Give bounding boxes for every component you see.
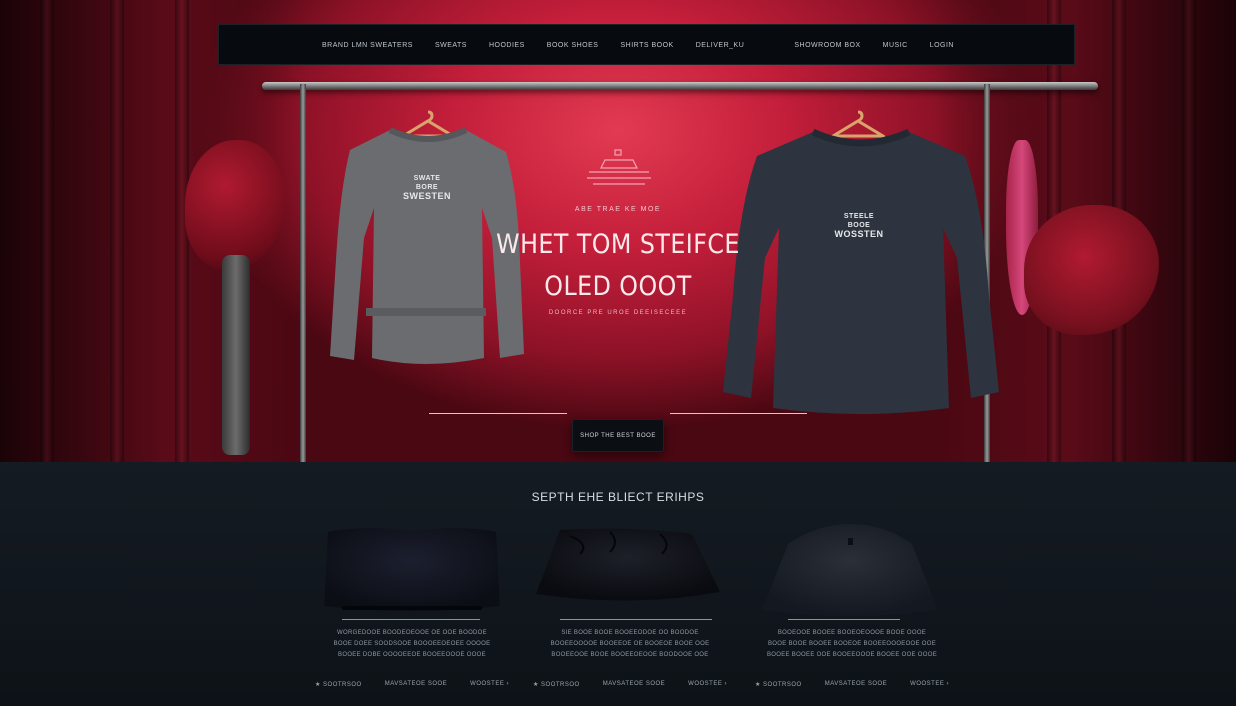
product-more-link[interactable]: WOOSTEE ›	[688, 681, 727, 688]
product-description: WORGEDOOE BOODEOEOOE OE OOE BOODOE BOOE …	[333, 630, 491, 658]
product-description: SIE BOOE BOOE BOOEEODOE OO BOODOE BOOEEO…	[550, 630, 710, 658]
nav-link-shoes[interactable]: BOOK SHOES	[547, 42, 599, 49]
top-navigation-bar: BRAND LMN SWEATERS SWEATS HOODIES BOOK S…	[218, 24, 1075, 65]
nav-link-shirts[interactable]: SHIRTS BOOK	[620, 42, 673, 49]
shop-cta-button[interactable]: SHOP THE BEST BOOE	[572, 419, 664, 452]
rail-post	[300, 84, 306, 462]
product-card[interactable]: WORGEDOOE BOODEOEOOE OE OOE BOODOE BOOE …	[312, 522, 512, 702]
product-image-grey-tee[interactable]	[752, 522, 952, 618]
right-sweater-print: STEELE BOOE WOSSTEN	[834, 213, 884, 239]
brand-logo-icon	[587, 149, 651, 185]
nav-link-showroom[interactable]: SHOWROOM BOX	[794, 42, 860, 49]
product-stock: MAVSATEOE SOOE	[824, 681, 888, 687]
curtain-fold	[40, 0, 54, 462]
hanging-scarf-left	[222, 255, 250, 455]
nav-link-brand[interactable]: BRAND LMN SWEATERS	[322, 42, 413, 49]
nav-link-music[interactable]: MUSIC	[883, 42, 908, 49]
divider-line	[670, 413, 807, 414]
product-actions: ★ SOOTRSOO MAVSATEOE SOOE WOOSTEE ›	[752, 681, 952, 688]
curtain-fold	[110, 0, 124, 462]
left-sweater-print: SWATE BORE SWESTEN	[402, 175, 451, 201]
product-more-link[interactable]: WOOSTEE ›	[470, 681, 509, 688]
black-sweater	[723, 128, 999, 414]
nav-primary: BRAND LMN SWEATERS SWEATS HOODIES BOOK S…	[322, 25, 744, 66]
featured-products-section: SEPTH EHE BLIECT ERIHPS WORGEDOOE BOODEO…	[0, 462, 1236, 706]
product-description: BOOEOOE BOOEE BOOEOEOOOE BOOE OOOE BOOE …	[766, 630, 938, 658]
section-title: SEPTH EHE BLIECT ERIHPS	[531, 490, 705, 504]
product-actions: ★ SOOTRSOO MAVSATEOE SOOE WOOSTEE ›	[530, 681, 730, 688]
hero-banner: SWATE BORE SWESTEN STEELE BOOE WOSSTEN A…	[0, 0, 1236, 462]
hero-subline: DOORCE PRE UROE DEEISECEEE	[548, 310, 688, 316]
nav-link-sweats[interactable]: SWEATS	[435, 42, 467, 49]
curtain-fold	[1182, 0, 1196, 462]
nav-link-login[interactable]: LOGIN	[930, 42, 954, 49]
divider-line	[429, 413, 567, 414]
product-more-link[interactable]: WOOSTEE ›	[910, 681, 949, 688]
hero-headline: WHET TOM STEIFCE OLED OOOT	[496, 229, 740, 302]
product-card[interactable]: SIE BOOE BOOE BOOEEODOE OO BOODOE BOOEEO…	[530, 522, 730, 702]
clothing-rail	[262, 82, 1098, 90]
nav-link-hoodies[interactable]: HOODIES	[489, 42, 525, 49]
product-actions: ★ SOOTRSOO MAVSATEOE SOOE WOOSTEE ›	[312, 681, 512, 688]
product-divider	[788, 619, 900, 620]
product-rating: ★ SOOTRSOO	[533, 682, 580, 688]
product-divider	[560, 619, 712, 620]
product-image-folded-tee[interactable]	[530, 522, 730, 618]
product-stock: MAVSATEOE SOOE	[602, 681, 666, 687]
product-stock: MAVSATEOE SOOE	[384, 681, 448, 687]
product-rating: ★ SOOTRSOO	[755, 682, 802, 688]
product-rating: ★ SOOTRSOO	[315, 682, 362, 688]
hero-eyebrow: ABE TRAE KE MOE	[574, 206, 662, 213]
nav-link-deliver[interactable]: DELIVER_KU	[696, 42, 745, 49]
product-card[interactable]: BOOEOOE BOOEE BOOEOEOOOE BOOE OOOE BOOE …	[752, 522, 952, 702]
nav-secondary: SHOWROOM BOX MUSIC LOGIN	[794, 25, 954, 66]
product-divider	[342, 619, 480, 620]
product-image-black-tee[interactable]	[312, 522, 512, 618]
